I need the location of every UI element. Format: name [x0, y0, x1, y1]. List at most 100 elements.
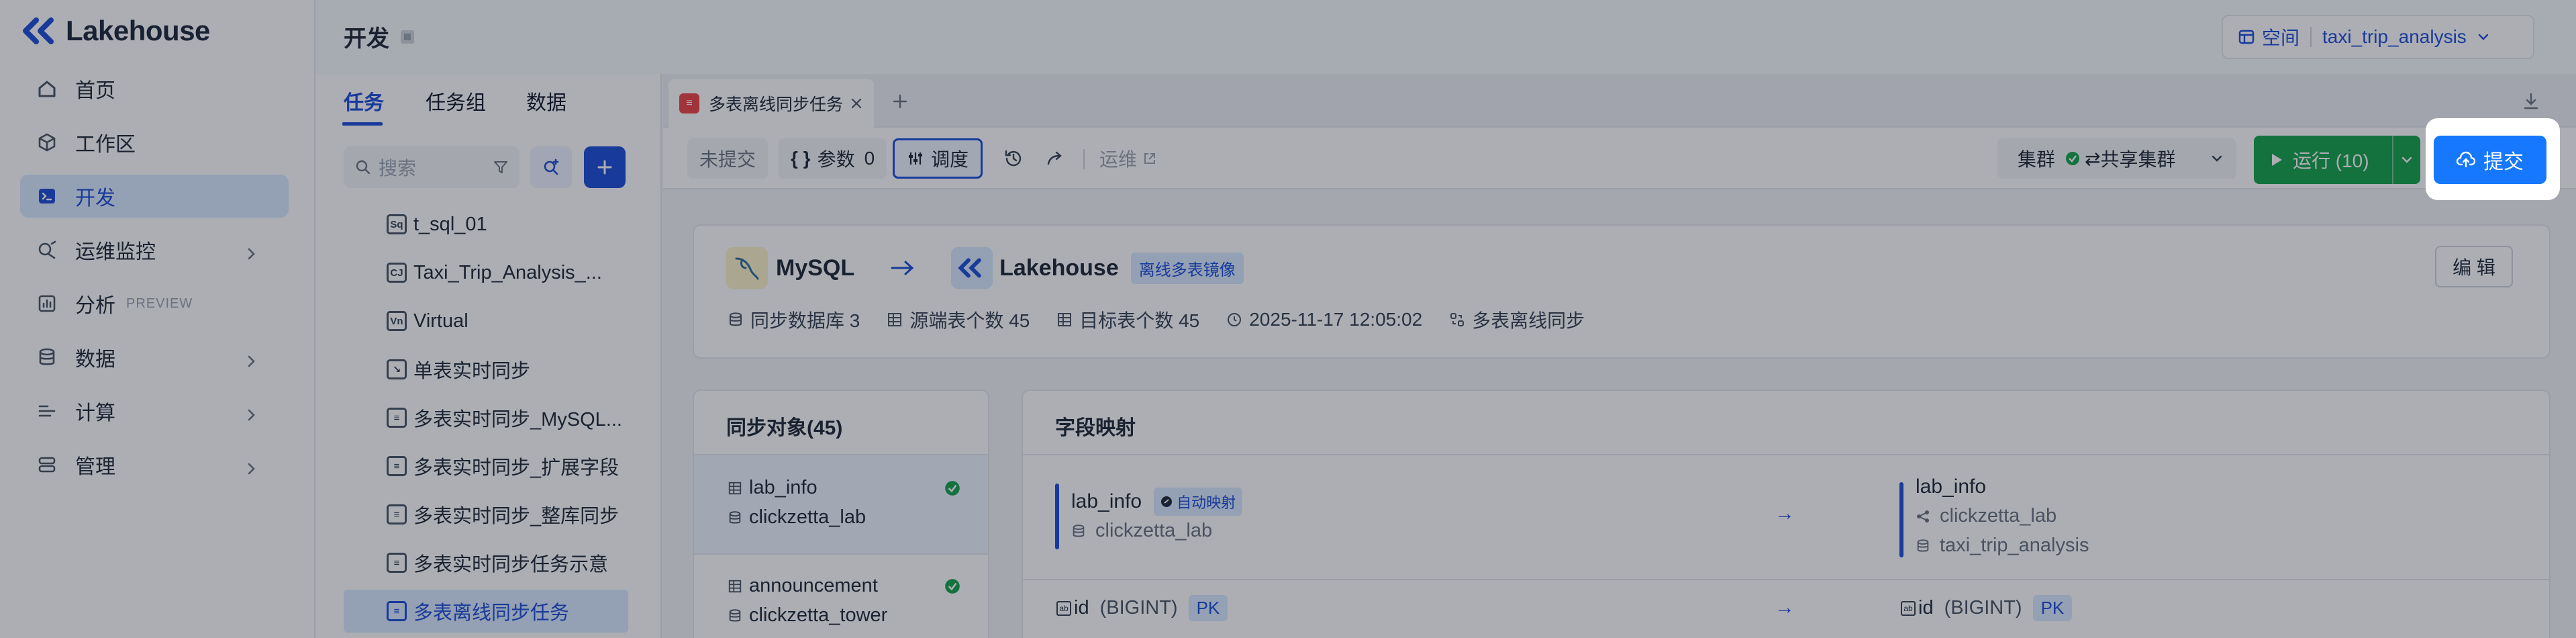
cj-file-icon: CJ [387, 263, 407, 283]
mapping-target-workspace: clickzetta_lab [1916, 505, 2057, 527]
submit-button[interactable]: 提交 [2434, 136, 2546, 184]
tree-item[interactable]: CJ Taxi_Trip_Analysis_... [387, 251, 628, 294]
cluster-label: 集群 [2018, 149, 2056, 170]
sidebar-item-home[interactable]: 首页 [20, 67, 289, 110]
mapping-field-row: ab id (BIGINT) PK [1056, 595, 1228, 621]
sidebar-item-label: 开发 [75, 187, 115, 210]
params-label: 参数 [817, 149, 855, 170]
arrow-right-icon [891, 259, 915, 277]
realtime-sync-icon: ↘ [387, 359, 407, 379]
auto-mapping-badge: 自动映射 [1154, 488, 1243, 516]
schedule-button[interactable]: 调度 [893, 138, 983, 179]
table-icon [728, 481, 742, 496]
check-circle-icon [944, 480, 961, 497]
sliders-icon [907, 150, 924, 167]
sync-object-table: lab_info [728, 477, 818, 499]
add-task-button[interactable] [584, 146, 626, 188]
app-name: Lakehouse [66, 15, 210, 46]
tree-item[interactable]: ≡ 多表实时同步_MySQL... [387, 396, 628, 439]
field-icon: ab [1901, 600, 1916, 616]
tree-item[interactable]: ↘ 单表实时同步 [387, 348, 628, 391]
cube-icon [34, 129, 60, 156]
chevron-down-icon[interactable] [2393, 153, 2420, 167]
mapping-target-field-row: ab id (BIGINT) PK [1901, 595, 2073, 621]
add-tab-icon[interactable] [890, 91, 910, 111]
mapping-target-table: lab_info [1916, 475, 1987, 498]
tree-item-label: 多表实时同步_整库同步 [413, 506, 620, 527]
tree-item[interactable]: Sq t_sql_01 [387, 203, 628, 246]
preview-badge: PREVIEW [126, 295, 193, 311]
edit-button[interactable]: 编 辑 [2435, 246, 2513, 287]
sidebar-item-ops-monitor[interactable]: 运维监控 [20, 228, 289, 271]
run-button[interactable]: 运行 (10) [2254, 136, 2420, 184]
ops-link[interactable]: 运维 [1087, 138, 1169, 179]
sidebar-item-manage[interactable]: 管理 [20, 443, 289, 486]
share-icon[interactable] [1044, 148, 1066, 169]
multi-sync-icon: ≡ [387, 504, 407, 525]
multi-sync-icon: ≡ [387, 408, 407, 428]
field-type: (BIGINT) [1944, 597, 2022, 619]
search-icon [354, 158, 372, 176]
pk-badge: PK [1188, 595, 1228, 621]
status-badge: 未提交 [687, 138, 769, 179]
source-table-marker [1055, 484, 1059, 549]
sidebar-item-label: 计算 [75, 402, 115, 424]
sync-object-schema-name: clickzetta_tower [749, 604, 888, 626]
mapping-source-schema: clickzetta_lab [1071, 520, 1212, 542]
sync-object-schema: clickzetta_tower [728, 604, 887, 627]
tree-item[interactable]: Vn Virtual [387, 300, 628, 343]
editor-tab-bar [663, 74, 2576, 128]
sidebar-item-label: 首页 [75, 80, 115, 102]
field-type: (BIGINT) [1099, 597, 1178, 619]
sidebar-item-label: 分析 [75, 295, 115, 317]
sync-object-schema-name: clickzetta_lab [749, 506, 866, 528]
meta-timestamp: 2025-11-17 12:05:02 [1249, 309, 1423, 330]
tab-task-groups[interactable]: 任务组 [426, 86, 486, 116]
space-icon [2238, 28, 2255, 46]
mysql-logo-icon [726, 247, 768, 289]
editor-tab[interactable]: ≡ 多表离线同步任务 [668, 79, 874, 128]
sidebar-item-workspace[interactable]: 工作区 [20, 121, 289, 164]
mapping-source-table: lab_info 自动映射 [1071, 488, 1243, 516]
sync-object-item-selected[interactable] [694, 455, 988, 553]
page-title-text: 开发 [344, 26, 389, 52]
chevron-right-icon [238, 402, 264, 428]
multi-sync-icon: ≡ [387, 553, 407, 573]
space-selector[interactable]: 空间 taxi_trip_analysis [2222, 15, 2534, 59]
schedule-label: 调度 [931, 149, 969, 170]
ops-label: 运维 [1099, 149, 1138, 170]
params-button[interactable]: { } 参数 0 [779, 138, 887, 179]
tab-data[interactable]: 数据 [526, 86, 566, 116]
tree-item[interactable]: ≡ 多表实时同步任务示意 [387, 541, 628, 584]
filter-icon[interactable] [493, 159, 509, 175]
database-icon [1916, 539, 1930, 553]
clock-icon [1226, 312, 1242, 328]
sidebar-item-data[interactable]: 数据 [20, 336, 289, 379]
sync-icon [1449, 312, 1465, 328]
summary-meta: 同步数据库 3 源端表个数 45 目标表个数 45 2025-11-17 12:… [728, 306, 1585, 333]
space-value: taxi_trip_analysis [2322, 26, 2467, 47]
close-icon[interactable] [850, 97, 863, 110]
cluster-selector[interactable]: 集群 ⇄ 共享集群 [1997, 138, 2236, 179]
sidebar-item-analysis[interactable]: 分析 PREVIEW [20, 282, 289, 325]
params-count: 0 [864, 148, 875, 169]
sidebar-item-compute[interactable]: 计算 [20, 390, 289, 432]
sidebar-item-develop[interactable]: 开发 [20, 175, 289, 218]
tab-tasks[interactable]: 任务 [344, 86, 384, 116]
lakehouse-logo-icon [951, 247, 993, 289]
advanced-search-button[interactable] [530, 146, 572, 188]
sql-file-icon: Sq [387, 214, 407, 234]
sync-object-name: lab_info [749, 477, 818, 498]
sync-object-table[interactable]: announcement [728, 575, 878, 597]
app-logo[interactable]: Lakehouse [21, 15, 210, 47]
tree-item-label: Taxi_Trip_Analysis_... [413, 261, 602, 283]
field-icon: ab [1056, 600, 1071, 616]
search-input[interactable]: 搜索 [344, 146, 519, 188]
tree-item[interactable]: ≡ 多表实时同步_整库同步 [387, 493, 628, 536]
history-icon[interactable] [1003, 148, 1024, 169]
tree-item-active[interactable]: ≡ 多表离线同步任务 [344, 590, 628, 633]
tree-item[interactable]: ≡ 多表实时同步_扩展字段 [387, 445, 628, 488]
chevron-down-icon [2210, 151, 2224, 166]
cluster-value: 共享集群 [2100, 149, 2176, 170]
download-icon[interactable] [2521, 91, 2541, 111]
